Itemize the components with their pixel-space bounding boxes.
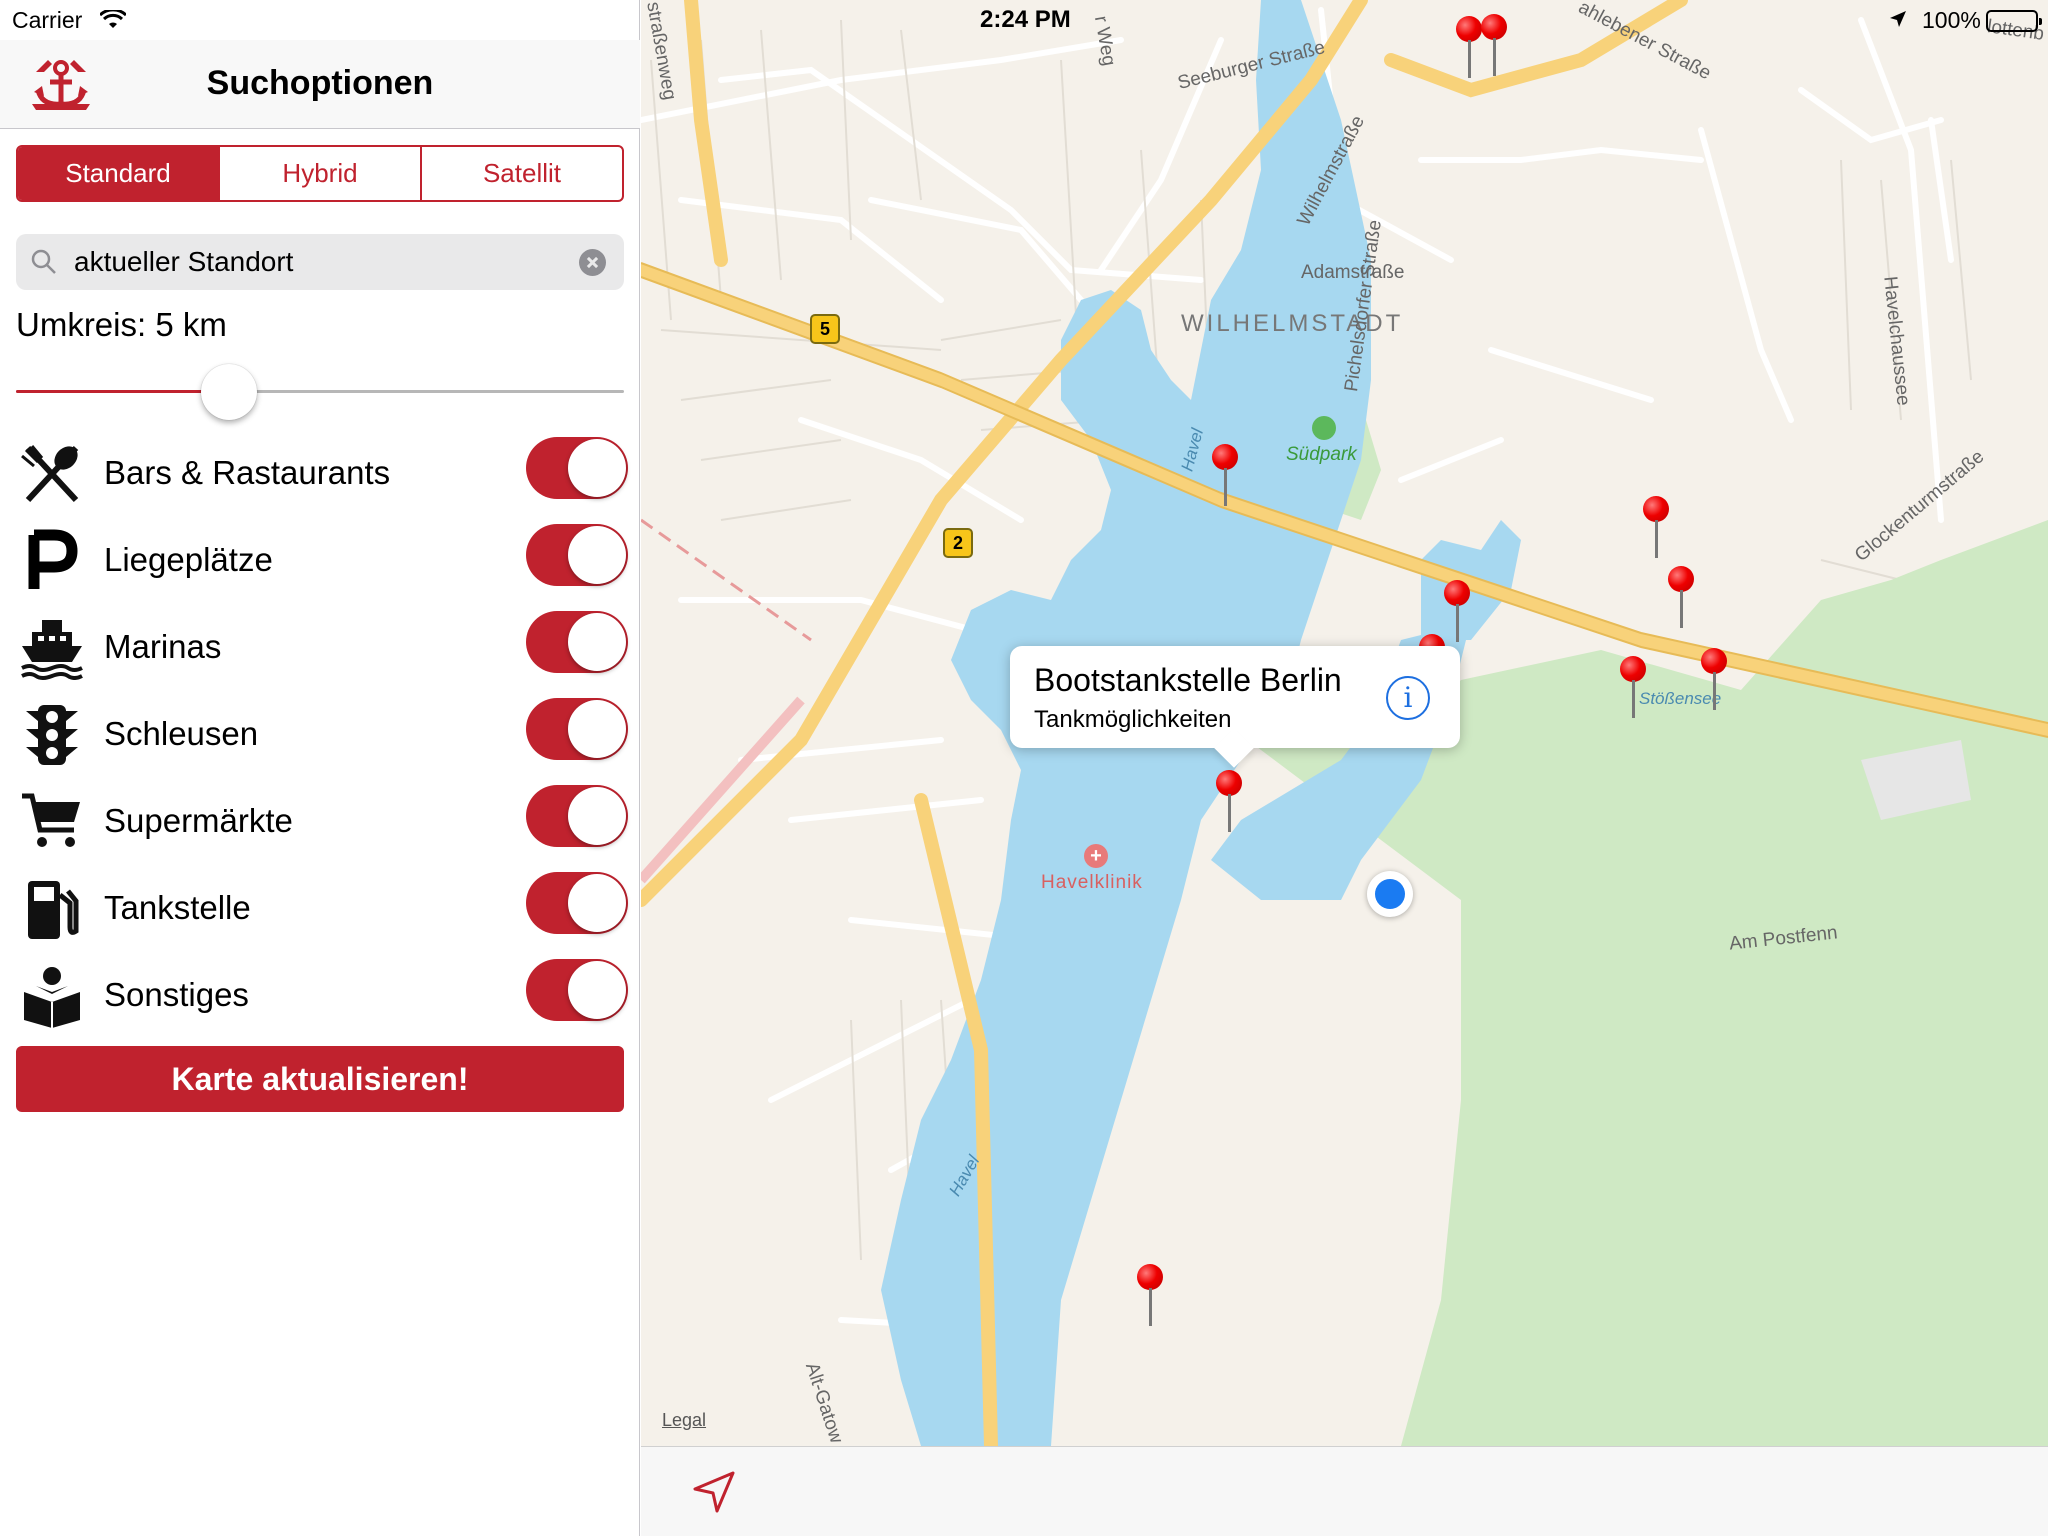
toggle-berths[interactable] bbox=[526, 524, 628, 586]
toggle-marinas[interactable] bbox=[526, 611, 628, 673]
navigation-bar: Suchoptionen bbox=[0, 40, 640, 129]
map-pin-selected[interactable] bbox=[1214, 770, 1244, 840]
shopping-cart-icon bbox=[20, 790, 84, 854]
map-pin[interactable] bbox=[1666, 566, 1696, 636]
search-icon bbox=[30, 248, 58, 281]
carrier-label: Carrier bbox=[12, 7, 83, 33]
refresh-map-button[interactable]: Karte aktualisieren! bbox=[16, 1046, 624, 1112]
radius-slider[interactable] bbox=[16, 364, 624, 420]
map-pin[interactable] bbox=[1210, 444, 1240, 514]
location-services-icon bbox=[1888, 8, 1908, 35]
filter-label: Marinas bbox=[104, 628, 222, 665]
fork-spoon-icon bbox=[20, 442, 84, 506]
map-label-street: Adamstraße bbox=[1301, 262, 1405, 283]
search-input[interactable]: aktueller Standort bbox=[74, 246, 293, 278]
map-toolbar bbox=[641, 1446, 2048, 1536]
slider-thumb[interactable] bbox=[200, 364, 257, 420]
boat-icon bbox=[20, 616, 84, 680]
wifi-icon bbox=[98, 8, 128, 36]
map-type-segmented-control: Standard Hybrid Satellit bbox=[16, 145, 624, 202]
toggle-locks[interactable] bbox=[526, 698, 628, 760]
filter-label: Supermärkte bbox=[104, 802, 293, 839]
map-label-hospital: Havelklinik bbox=[1041, 872, 1143, 893]
segment-satellite[interactable]: Satellit bbox=[422, 147, 622, 200]
filter-row-fuel: Tankstelle bbox=[0, 865, 640, 952]
traffic-light-icon bbox=[20, 703, 84, 767]
filter-label: Sonstiges bbox=[104, 976, 249, 1013]
filter-row-supermarkets: Supermärkte bbox=[0, 778, 640, 865]
map-pin[interactable] bbox=[1618, 656, 1648, 726]
segment-hybrid[interactable]: Hybrid bbox=[220, 147, 422, 200]
park-tree-icon bbox=[1312, 416, 1336, 440]
fuel-pump-icon bbox=[20, 877, 84, 941]
filter-row-bars: Bars & Rastaurants bbox=[0, 430, 640, 517]
map-pin[interactable] bbox=[1641, 496, 1671, 566]
filter-label: Tankstelle bbox=[104, 889, 251, 926]
callout-title: Bootstankstelle Berlin bbox=[1034, 662, 1342, 698]
toggle-supermarkets[interactable] bbox=[526, 785, 628, 847]
search-field[interactable]: aktueller Standort bbox=[16, 234, 624, 290]
filter-row-berths: Liegeplätze bbox=[0, 517, 640, 604]
map-pin[interactable] bbox=[1135, 1264, 1165, 1334]
map-pin[interactable] bbox=[1699, 648, 1729, 718]
filter-label: Liegeplätze bbox=[104, 541, 273, 578]
user-location-dot bbox=[1367, 871, 1413, 917]
page-title: Suchoptionen bbox=[206, 64, 434, 102]
info-icon[interactable]: i bbox=[1386, 676, 1430, 720]
road-shield-2: 2 bbox=[943, 528, 973, 558]
clock: 2:24 PM bbox=[980, 6, 1071, 33]
battery-percent: 100% bbox=[1922, 7, 1981, 33]
filter-row-locks: Schleusen bbox=[0, 691, 640, 778]
filter-row-marinas: Marinas bbox=[0, 604, 640, 691]
reading-person-icon bbox=[20, 964, 84, 1028]
filter-row-other: Sonstiges bbox=[0, 952, 640, 1039]
parking-icon bbox=[20, 529, 84, 593]
status-bar: Carrier 2:24 PM 100% bbox=[0, 0, 2048, 40]
radius-label: Umkreis: 5 km bbox=[16, 306, 227, 343]
hospital-icon: + bbox=[1084, 844, 1108, 868]
search-options-panel: Suchoptionen Standard Hybrid Satellit ak… bbox=[0, 0, 640, 1536]
locate-me-icon[interactable] bbox=[691, 1469, 737, 1520]
slider-filled-track bbox=[16, 390, 229, 393]
segment-standard[interactable]: Standard bbox=[18, 147, 220, 200]
filter-label: Schleusen bbox=[104, 715, 259, 752]
map-label-park: Südpark bbox=[1286, 444, 1357, 465]
legal-link[interactable]: Legal bbox=[662, 1410, 706, 1431]
battery-icon bbox=[1986, 10, 2042, 32]
clear-search-icon[interactable] bbox=[579, 249, 606, 276]
filter-list: Bars & Rastaurants Liegeplätze Marinas S… bbox=[0, 430, 640, 1039]
toggle-bars[interactable] bbox=[526, 437, 628, 499]
toggle-fuel[interactable] bbox=[526, 872, 628, 934]
callout-subtitle: Tankmöglichkeiten bbox=[1034, 706, 1232, 733]
pin-callout[interactable]: Bootstankstelle Berlin Tankmöglichkeiten… bbox=[1010, 646, 1460, 748]
toggle-other[interactable] bbox=[526, 959, 628, 1021]
road-shield-5: 5 bbox=[810, 314, 840, 344]
filter-label: Bars & Rastaurants bbox=[104, 454, 391, 491]
